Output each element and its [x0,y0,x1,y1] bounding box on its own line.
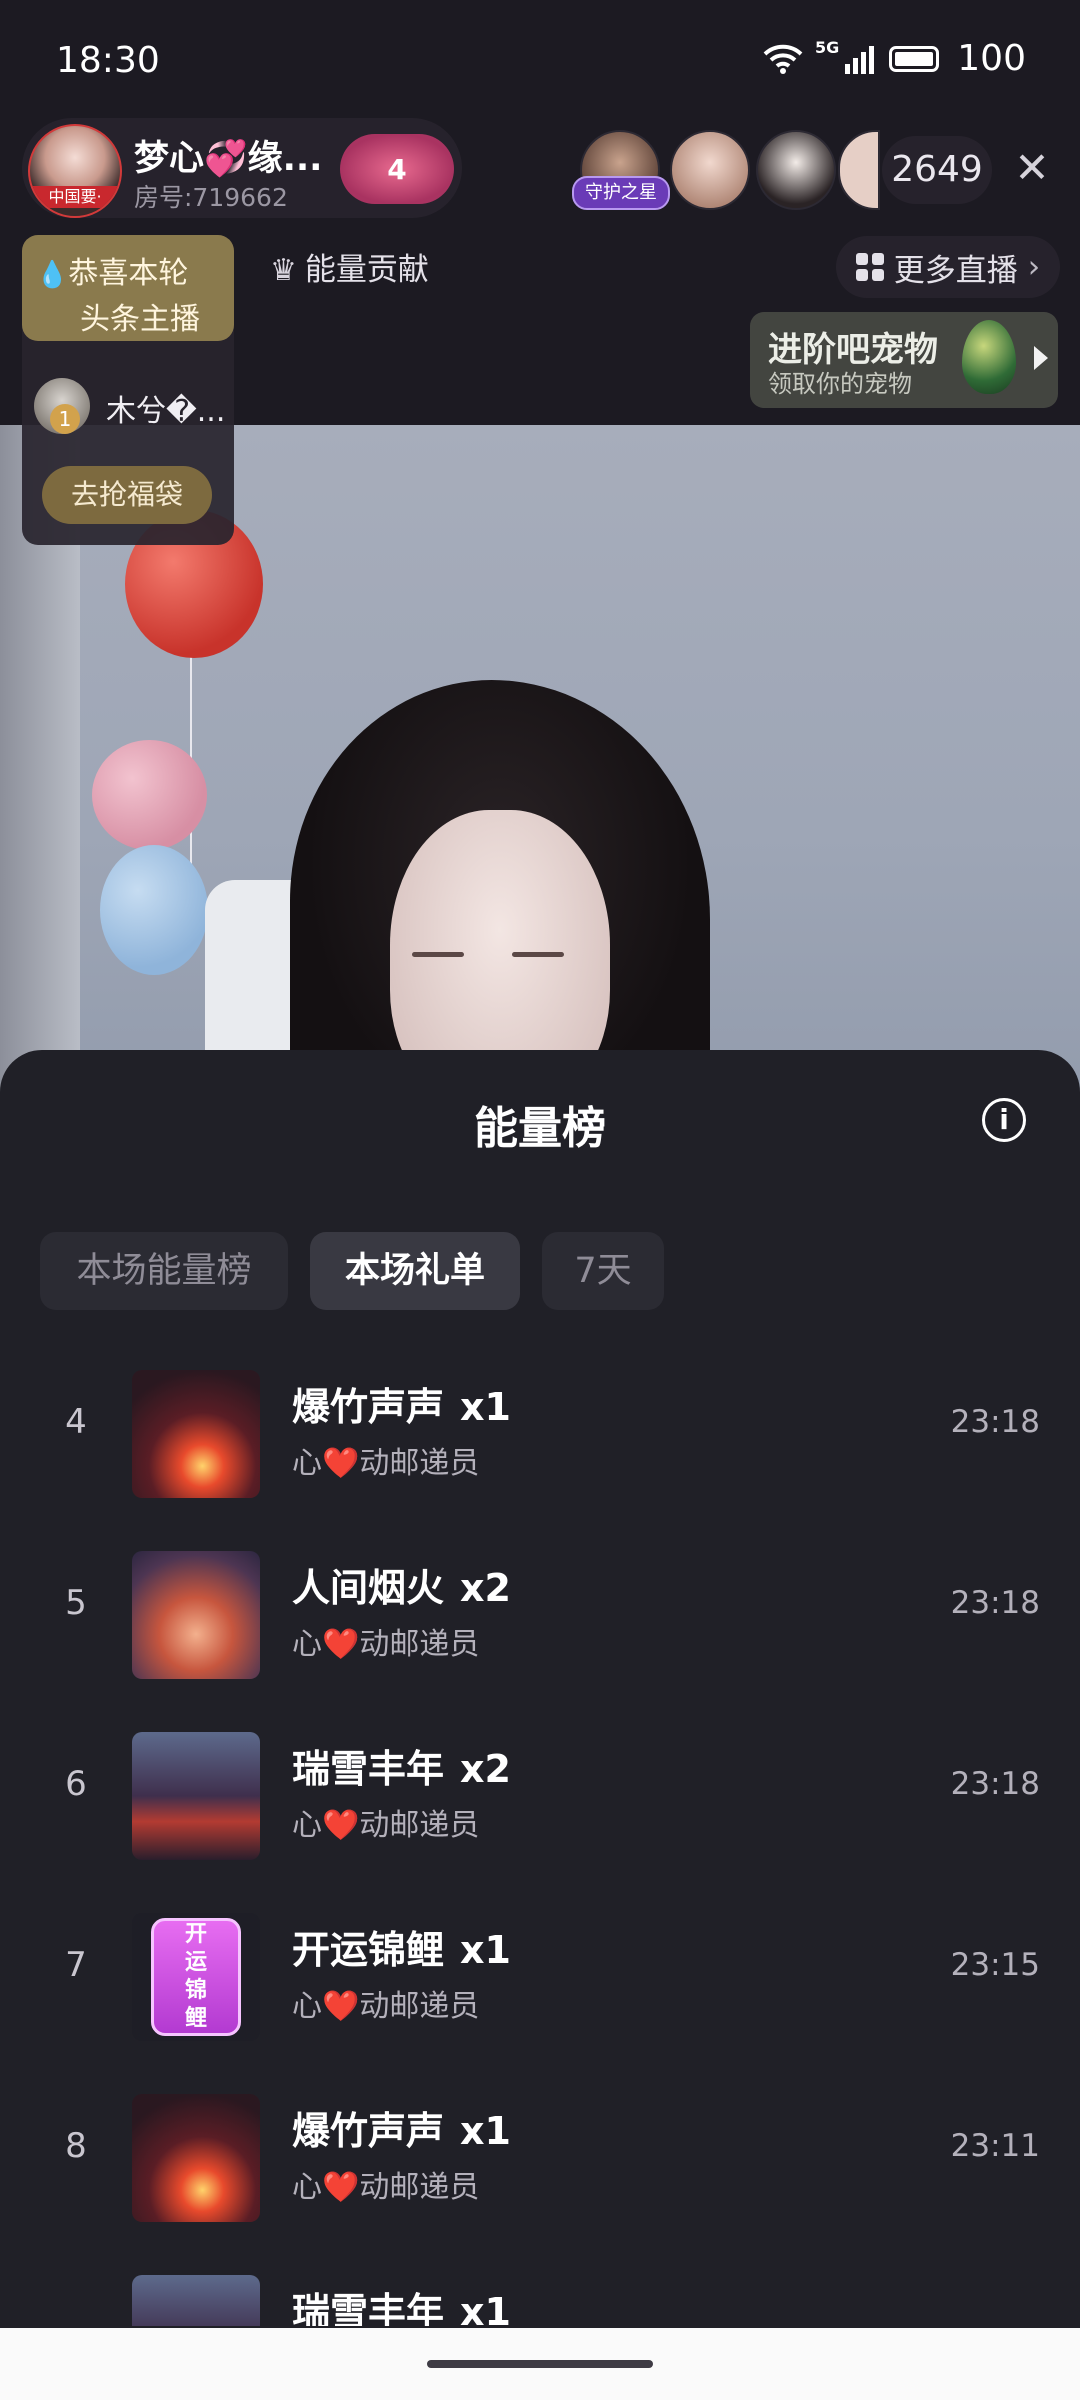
tab-7-days[interactable]: 7天 [542,1232,664,1310]
gift-sender[interactable]: 心❤️动邮递员 [292,2162,479,2206]
gift-time: 23:15 [950,1947,1040,1983]
streamer-eye-right [512,952,564,957]
gift-list-item[interactable]: 7 开运锦鲤 开运锦鲤 x1 心❤️动邮递员 23:15 [0,1889,1080,2070]
energy-contribution-link[interactable]: ♛ 能量贡献 [270,244,429,289]
viewer-avatar[interactable] [838,130,880,210]
gift-sender[interactable]: 心❤️动邮递员 [292,1800,479,1844]
info-icon[interactable]: i [982,1098,1026,1142]
status-icons: 5G 100 [763,38,1026,79]
wifi-icon [763,44,803,74]
streamer-eye-left [412,952,464,957]
gift-rank: 6 [65,1764,87,1804]
grab-lucky-bag-button[interactable]: 去抢福袋 [42,466,212,524]
gift-thumbnail-snow-house [132,1732,260,1860]
gift-name: 爆竹声声 x1 [292,1385,511,1429]
grid-icon [855,253,884,281]
gift-list-item[interactable]: 6 瑞雪丰年 x2 心❤️动邮递员 23:18 [0,1708,1080,1889]
koi-card: 开运锦鲤 [151,1918,241,2036]
blue-balloon [100,845,208,975]
network-type-label: 5G [815,38,840,57]
gift-quantity: x1 [460,1385,511,1429]
gift-rank: 8 [65,2126,87,2166]
gift-sender[interactable]: 心❤️动邮递员 [292,1981,479,2025]
gift-name: 人间烟火 x2 [292,1566,511,1610]
more-live-button[interactable]: 更多直播 › [836,236,1060,298]
gift-list-item[interactable]: 8 爆竹声声 x1 心❤️动邮递员 23:11 [0,2070,1080,2251]
status-bar: 18:30 5G 100 [0,0,1080,120]
tab-session-gifts[interactable]: 本场礼单 [310,1232,520,1310]
gift-sender[interactable]: 心❤️动邮递员 [292,1619,479,1663]
follow-heart-button[interactable]: 4 [340,134,454,204]
gift-name: 开运锦鲤 x1 [292,1928,511,1972]
tab-session-energy[interactable]: 本场能量榜 [40,1232,288,1310]
gift-thumbnail-firecracker [132,2094,260,2222]
host-avatar[interactable]: 中国要· [28,124,122,218]
gift-time: 23:18 [950,1404,1040,1440]
sheet-title: 能量榜 [474,1103,606,1154]
viewer-avatar[interactable] [670,130,750,210]
gift-thumbnail-firecracker [132,1370,260,1498]
viewer-avatar[interactable] [756,130,836,210]
guard-star-tag: 守护之星 [572,176,670,210]
home-indicator[interactable] [427,2360,653,2368]
gift-thumbnail-family-dinner [132,1551,260,1679]
gift-list-item[interactable]: 4 爆竹声声 x1 心❤️动邮递员 23:18 [0,1346,1080,1527]
live-room-screen: 18:30 5G 100 中国要· 梦心💞缘... 房号:719662 4 守护… [0,0,1080,2400]
drop-icon: 💧 [36,260,69,290]
gift-list-item[interactable]: 瑞雪丰年 x1 [0,2251,1080,2326]
koi-card-text: 开运锦鲤 [184,1922,207,2031]
host-avatar-tag: 中国要· [30,186,120,208]
battery-icon [889,45,940,72]
gift-quantity: x1 [460,2109,511,2153]
host-room-number: 房号:719662 [134,183,288,212]
pet-banner-subtitle: 领取你的宠物 [768,370,912,398]
gift-rank: 7 [65,1945,87,1985]
gift-thumbnail-snow-house [132,2275,260,2326]
gift-time: 23:18 [950,1585,1040,1621]
gift-sender[interactable]: 心❤️动邮递员 [292,1438,479,1482]
play-arrow-icon[interactable] [1034,346,1048,370]
headline-user-name: 木兮�... [106,394,226,429]
gift-name: 瑞雪丰年 x2 [292,1747,511,1791]
gift-name: 爆竹声声 x1 [292,2109,511,2153]
headline-text-line2: 头条主播 [80,302,200,337]
crown-icon: ♛ [270,253,297,288]
gift-rank: 5 [65,1583,87,1623]
gift-rank: 4 [65,1402,87,1442]
status-time: 18:30 [56,40,160,81]
follow-heart-count: 4 [387,152,407,186]
signal-icon [845,45,875,74]
gift-thumbnail-koi: 开运锦鲤 [132,1913,260,2041]
chevron-right-icon: › [1027,249,1041,285]
gift-list[interactable]: 4 爆竹声声 x1 心❤️动邮递员 23:18 5 人间烟火 x2 心❤️动邮递员 … [0,1346,1080,2326]
headline-text-line1: 💧恭喜本轮 [36,256,189,291]
battery-level: 100 [957,38,1026,79]
close-icon[interactable]: ✕ [1004,140,1060,196]
gift-time: 23:11 [950,2128,1040,2164]
host-name[interactable]: 梦心💞缘... [134,130,322,181]
gift-quantity: x2 [460,1747,511,1791]
headline-user-rank: 1 [50,404,80,434]
gift-list-item[interactable]: 5 人间烟火 x2 心❤️动邮递员 23:18 [0,1527,1080,1708]
gift-quantity: x1 [460,2290,511,2326]
gift-quantity: x2 [460,1566,511,1610]
viewer-count[interactable]: 2649 [882,136,992,204]
gift-time: 23:18 [950,1766,1040,1802]
pink-balloon [92,740,207,850]
gift-quantity: x1 [460,1928,511,1972]
gift-name: 瑞雪丰年 x1 [292,2281,511,2326]
